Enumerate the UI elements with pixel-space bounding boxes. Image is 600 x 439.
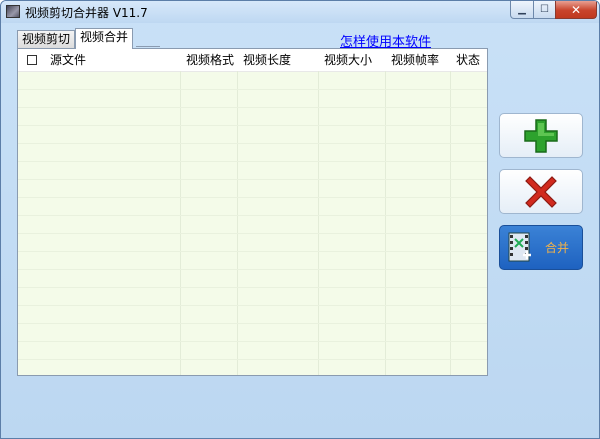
row-gridline <box>18 269 487 270</box>
row-gridline <box>18 305 487 306</box>
column-divider <box>180 71 181 375</box>
column-divider <box>385 71 386 375</box>
row-gridline <box>18 179 487 180</box>
close-icon: ✕ <box>570 2 582 17</box>
column-divider <box>318 71 319 375</box>
title-bar[interactable]: 视频剪切合并器 V11.7 ▁ ☐ ✕ <box>1 1 599 23</box>
minimize-icon: ▁ <box>518 4 526 15</box>
app-logo-icon <box>6 5 20 18</box>
x-icon <box>525 175 557 208</box>
close-button[interactable]: ✕ <box>555 1 597 19</box>
column-header-length[interactable]: 视频长度 <box>243 49 291 71</box>
tab-video-cut[interactable]: 视频剪切 <box>17 30 76 48</box>
column-header-size[interactable]: 视频大小 <box>324 49 372 71</box>
row-gridline <box>18 125 487 126</box>
column-divider <box>237 71 238 375</box>
column-header-source-file[interactable]: 源文件 <box>50 49 86 71</box>
row-gridline <box>18 341 487 342</box>
row-gridline <box>18 161 487 162</box>
select-all-checkbox[interactable] <box>27 55 37 65</box>
maximize-button[interactable]: ☐ <box>533 1 556 19</box>
plus-icon <box>524 118 558 153</box>
row-gridline <box>18 287 487 288</box>
list-header: 源文件 视频格式 视频长度 视频大小 视频帧率 状态 <box>18 49 487 72</box>
merge-button-label: 合并 <box>545 241 570 255</box>
minimize-button[interactable]: ▁ <box>510 1 534 19</box>
column-header-format[interactable]: 视频格式 <box>186 49 234 71</box>
tab-divider <box>136 46 160 47</box>
remove-file-button[interactable] <box>499 169 583 214</box>
column-divider <box>450 71 451 375</box>
row-gridline <box>18 251 487 252</box>
row-gridline <box>18 233 487 234</box>
row-gridline <box>18 323 487 324</box>
file-list[interactable]: 源文件 视频格式 视频长度 视频大小 视频帧率 状态 <box>17 48 488 376</box>
row-gridline <box>18 359 487 360</box>
window-title: 视频剪切合并器 V11.7 <box>25 6 148 20</box>
row-gridline <box>18 197 487 198</box>
row-gridline <box>18 89 487 90</box>
column-header-framerate[interactable]: 视频帧率 <box>391 49 439 71</box>
row-gridline <box>18 107 487 108</box>
film-merge-icon <box>508 232 531 261</box>
maximize-icon: ☐ <box>540 4 549 15</box>
add-file-button[interactable] <box>499 113 583 158</box>
app-window: 视频剪切合并器 V11.7 ▁ ☐ ✕ 视频剪切 视频合并 怎样使用本软件 源文… <box>0 0 600 439</box>
row-gridline <box>18 215 487 216</box>
tab-video-merge[interactable]: 视频合并 <box>75 28 134 49</box>
column-header-status[interactable]: 状态 <box>456 49 480 71</box>
row-gridline <box>18 143 487 144</box>
merge-button[interactable]: 合并 <box>499 225 583 270</box>
